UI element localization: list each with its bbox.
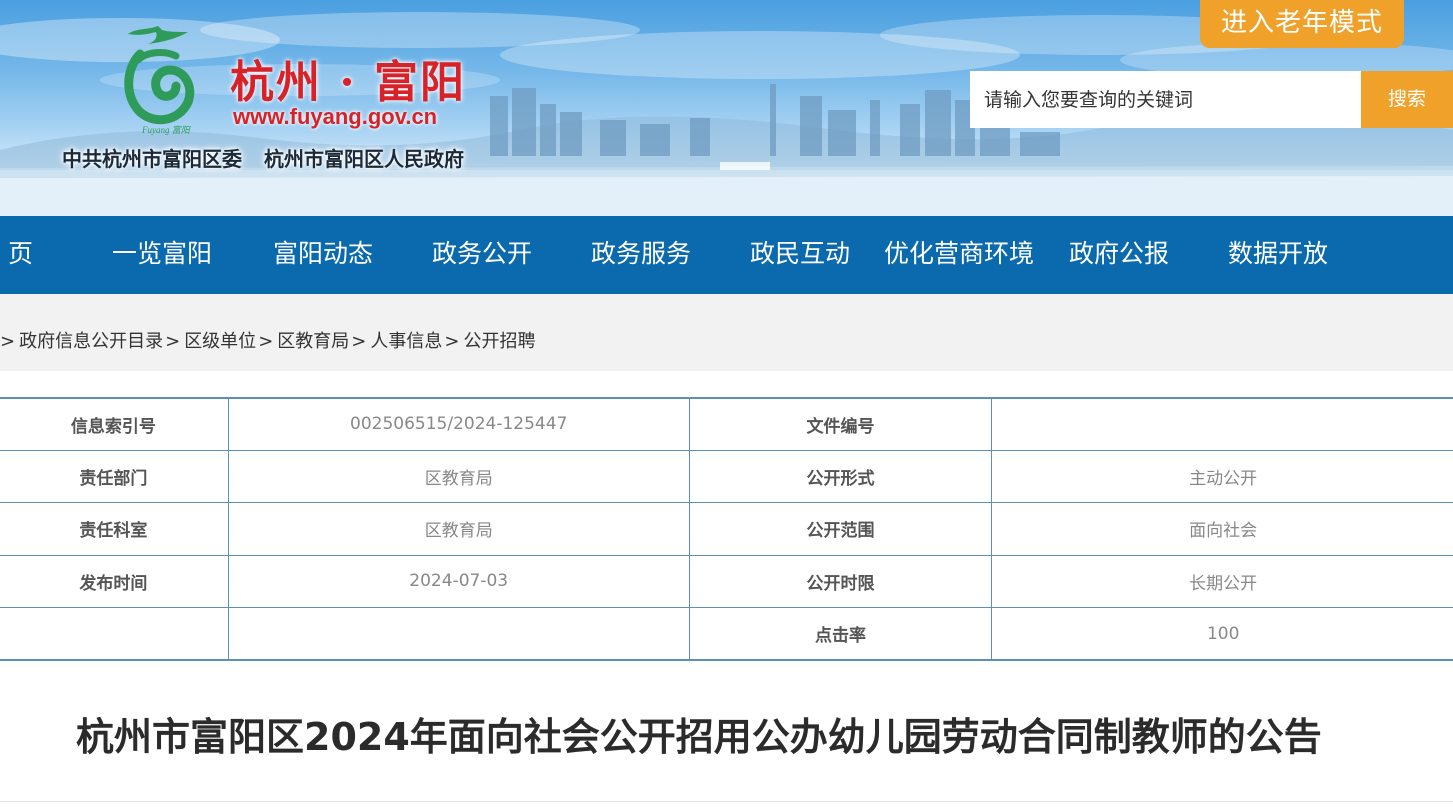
org-government: 杭州市富阳区人民政府 bbox=[264, 147, 464, 171]
nav-item-home[interactable]: 页 bbox=[8, 216, 33, 294]
search-button[interactable]: 搜索 bbox=[1361, 71, 1453, 128]
nav-item-gov-open[interactable]: 政务公开 bbox=[432, 216, 532, 294]
table-row: 责任部门 区教育局 公开形式 主动公开 bbox=[0, 449, 1453, 504]
site-header: Fuyang 富阳 杭州 · 富阳 www.fuyang.gov.cn 中共杭州… bbox=[0, 0, 1453, 216]
nav-item-news[interactable]: 富阳动态 bbox=[273, 216, 373, 294]
breadcrumb-item-recruitment[interactable]: 公开招聘 bbox=[463, 331, 535, 352]
nav-item-overview[interactable]: 一览富阳 bbox=[112, 216, 212, 294]
nav-item-business-env[interactable]: 优化营商环境 bbox=[884, 216, 1034, 294]
article-title: 杭州市富阳区2024年面向社会公开招用公办幼儿园劳动合同制教师的公告 bbox=[76, 715, 1322, 759]
value-empty bbox=[227, 607, 690, 661]
value-disclosure-scope: 面向社会 bbox=[991, 502, 1453, 556]
value-document-number bbox=[991, 396, 1453, 451]
site-organizations: 中共杭州市富阳区委 杭州市富阳区人民政府 bbox=[62, 143, 486, 172]
label-click-count: 点击率 bbox=[688, 607, 993, 661]
main-nav: 页 一览富阳 富阳动态 政务公开 政务服务 政民互动 优化营商环境 政府公报 数… bbox=[0, 216, 1453, 294]
value-disclosure-period: 长期公开 bbox=[991, 554, 1453, 609]
nav-item-gazette[interactable]: 政府公报 bbox=[1069, 216, 1169, 294]
label-section: 责任科室 bbox=[0, 502, 229, 556]
label-publish-date: 发布时间 bbox=[0, 554, 229, 609]
search-input[interactable] bbox=[970, 71, 1362, 128]
label-disclosure-form: 公开形式 bbox=[688, 449, 993, 504]
value-department: 区教育局 bbox=[227, 449, 690, 504]
site-url[interactable]: www.fuyang.gov.cn bbox=[233, 104, 437, 130]
breadcrumb: > 政府信息公开目录 > 区级单位 > 区教育局 > 人事信息 > 公开招聘 bbox=[0, 331, 536, 352]
nav-item-open-data[interactable]: 数据开放 bbox=[1228, 216, 1328, 294]
table-row: 发布时间 2024-07-03 公开时限 长期公开 bbox=[0, 554, 1453, 609]
breadcrumb-item-personnel[interactable]: 人事信息 bbox=[370, 331, 442, 352]
value-index-number: 002506515/2024-125447 bbox=[227, 396, 690, 451]
value-section: 区教育局 bbox=[227, 502, 690, 556]
value-disclosure-form: 主动公开 bbox=[991, 449, 1453, 504]
value-publish-date: 2024-07-03 bbox=[227, 554, 690, 609]
elder-mode-button[interactable]: 进入老年模式 bbox=[1200, 0, 1404, 48]
site-title: 杭州 · 富阳 bbox=[230, 57, 466, 108]
logo-caption: Fuyang 富阳 bbox=[141, 125, 191, 135]
label-document-number: 文件编号 bbox=[688, 396, 993, 451]
info-table: 信息索引号 002506515/2024-125447 文件编号 责任部门 区教… bbox=[0, 396, 1453, 661]
table-row: 信息索引号 002506515/2024-125447 文件编号 bbox=[0, 396, 1453, 451]
nav-item-gov-service[interactable]: 政务服务 bbox=[591, 216, 691, 294]
table-row: 点击率 100 bbox=[0, 607, 1453, 661]
breadcrumb-item-catalog[interactable]: 政府信息公开目录 bbox=[19, 331, 163, 352]
org-party-committee: 中共杭州市富阳区委 bbox=[62, 147, 242, 171]
table-row: 责任科室 区教育局 公开范围 面向社会 bbox=[0, 502, 1453, 556]
label-empty bbox=[0, 607, 229, 661]
label-department: 责任部门 bbox=[0, 449, 229, 504]
label-index-number: 信息索引号 bbox=[0, 396, 229, 451]
label-disclosure-period: 公开时限 bbox=[688, 554, 993, 609]
breadcrumb-item-district-units[interactable]: 区级单位 bbox=[184, 331, 256, 352]
divider bbox=[0, 801, 1453, 802]
nav-item-interaction[interactable]: 政民互动 bbox=[750, 216, 850, 294]
label-disclosure-scope: 公开范围 bbox=[688, 502, 993, 556]
value-click-count: 100 bbox=[991, 607, 1453, 661]
breadcrumb-item-education-bureau[interactable]: 区教育局 bbox=[277, 331, 349, 352]
fuyang-logo-icon: Fuyang 富阳 bbox=[124, 26, 195, 135]
